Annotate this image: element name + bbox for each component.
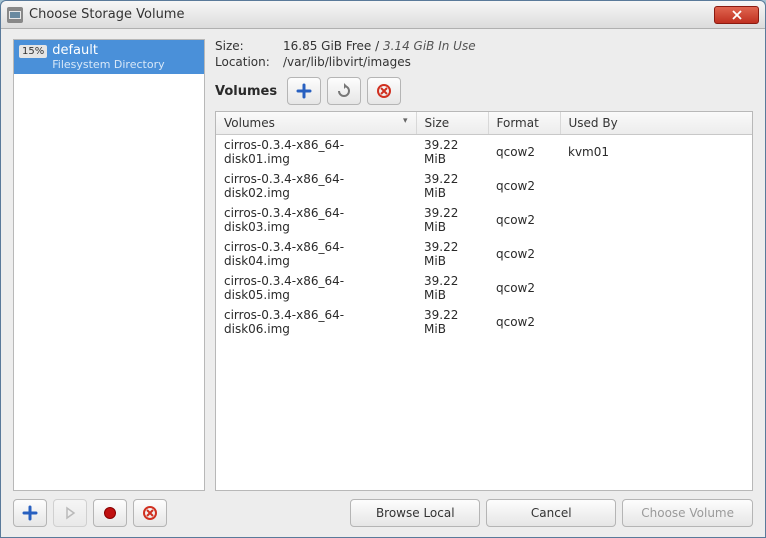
cell-used_by (560, 271, 752, 305)
close-icon (732, 10, 742, 20)
volumes-label: Volumes (215, 84, 277, 99)
table-row[interactable]: cirros-0.3.4-x86_64-disk04.img39.22 MiBq… (216, 237, 752, 271)
button-label: Cancel (531, 506, 572, 520)
cell-size: 39.22 MiB (416, 305, 488, 339)
column-label: Used By (569, 116, 618, 130)
cell-size: 39.22 MiB (416, 169, 488, 203)
pool-subtitle: Filesystem Directory (52, 58, 164, 71)
column-header-usedby[interactable]: Used By (560, 112, 752, 135)
footer: Browse Local Cancel Choose Volume (13, 499, 753, 527)
main-area: 15% default Filesystem Directory Size: 1… (13, 39, 753, 491)
size-value: 16.85 GiB Free / 3.14 GiB In Use (283, 39, 476, 53)
location-row: Location: /var/lib/libvirt/images (215, 55, 753, 69)
location-label: Location: (215, 55, 283, 69)
right-pane: Size: 16.85 GiB Free / 3.14 GiB In Use L… (215, 39, 753, 491)
browse-local-button[interactable]: Browse Local (350, 499, 480, 527)
stop-icon (102, 505, 118, 521)
dialog-window: Choose Storage Volume 15% default Filesy… (0, 0, 766, 538)
column-label: Size (425, 116, 450, 130)
info-block: Size: 16.85 GiB Free / 3.14 GiB In Use L… (215, 39, 753, 71)
pool-text: default Filesystem Directory (52, 43, 164, 71)
cell-format: qcow2 (488, 203, 560, 237)
plus-icon (22, 505, 38, 521)
table-row[interactable]: cirros-0.3.4-x86_64-disk01.img39.22 MiBq… (216, 135, 752, 170)
column-header-size[interactable]: Size (416, 112, 488, 135)
close-button[interactable] (714, 6, 759, 24)
cell-format: qcow2 (488, 169, 560, 203)
column-header-volumes[interactable]: Volumes ▾ (216, 112, 416, 135)
pool-item-default[interactable]: 15% default Filesystem Directory (14, 40, 204, 74)
pool-name: default (52, 43, 164, 58)
window-title: Choose Storage Volume (29, 7, 714, 22)
cell-used_by (560, 203, 752, 237)
button-label: Browse Local (376, 506, 455, 520)
column-label: Volumes (224, 116, 275, 130)
column-header-format[interactable]: Format (488, 112, 560, 135)
refresh-icon (336, 83, 352, 99)
cell-name: cirros-0.3.4-x86_64-disk04.img (216, 237, 416, 271)
delete-pool-button[interactable] (133, 499, 167, 527)
delete-icon (376, 83, 392, 99)
table-row[interactable]: cirros-0.3.4-x86_64-disk06.img39.22 MiBq… (216, 305, 752, 339)
cell-size: 39.22 MiB (416, 203, 488, 237)
choose-volume-button[interactable]: Choose Volume (622, 499, 753, 527)
pool-usage-percent: 15% (19, 45, 47, 58)
cell-format: qcow2 (488, 237, 560, 271)
delete-volume-button[interactable] (367, 77, 401, 105)
column-label: Format (497, 116, 539, 130)
cell-name: cirros-0.3.4-x86_64-disk01.img (216, 135, 416, 170)
cell-size: 39.22 MiB (416, 135, 488, 170)
table-row[interactable]: cirros-0.3.4-x86_64-disk03.img39.22 MiBq… (216, 203, 752, 237)
cell-used_by (560, 237, 752, 271)
volumes-table-wrap[interactable]: Volumes ▾ Size Format Used By cirros-0.3.… (215, 111, 753, 491)
delete-icon (142, 505, 158, 521)
sort-indicator-icon: ▾ (403, 116, 408, 126)
volumes-toolbar: Volumes (215, 77, 753, 105)
cell-name: cirros-0.3.4-x86_64-disk02.img (216, 169, 416, 203)
pool-list[interactable]: 15% default Filesystem Directory (13, 39, 205, 491)
add-volume-button[interactable] (287, 77, 321, 105)
size-sep: / (371, 39, 383, 53)
play-icon (62, 505, 78, 521)
cell-used_by (560, 169, 752, 203)
location-value: /var/lib/libvirt/images (283, 55, 411, 69)
size-free: 16.85 GiB Free (283, 39, 371, 53)
cell-size: 39.22 MiB (416, 237, 488, 271)
refresh-volume-button[interactable] (327, 77, 361, 105)
cell-used_by (560, 305, 752, 339)
volumes-table: Volumes ▾ Size Format Used By cirros-0.3.… (216, 112, 752, 339)
cell-size: 39.22 MiB (416, 271, 488, 305)
cell-name: cirros-0.3.4-x86_64-disk03.img (216, 203, 416, 237)
table-row[interactable]: cirros-0.3.4-x86_64-disk05.img39.22 MiBq… (216, 271, 752, 305)
start-pool-button[interactable] (53, 499, 87, 527)
button-label: Choose Volume (641, 506, 734, 520)
plus-icon (296, 83, 312, 99)
pool-buttons (13, 499, 167, 527)
size-row: Size: 16.85 GiB Free / 3.14 GiB In Use (215, 39, 753, 53)
cell-used_by: kvm01 (560, 135, 752, 170)
cell-name: cirros-0.3.4-x86_64-disk06.img (216, 305, 416, 339)
size-inuse: 3.14 GiB In Use (383, 39, 476, 53)
cell-name: cirros-0.3.4-x86_64-disk05.img (216, 271, 416, 305)
cell-format: qcow2 (488, 305, 560, 339)
table-row[interactable]: cirros-0.3.4-x86_64-disk02.img39.22 MiBq… (216, 169, 752, 203)
cell-format: qcow2 (488, 135, 560, 170)
cell-format: qcow2 (488, 271, 560, 305)
titlebar: Choose Storage Volume (1, 1, 765, 29)
dialog-body: 15% default Filesystem Directory Size: 1… (1, 29, 765, 537)
size-label: Size: (215, 39, 283, 53)
stop-pool-button[interactable] (93, 499, 127, 527)
add-pool-button[interactable] (13, 499, 47, 527)
app-icon (7, 7, 23, 23)
cancel-button[interactable]: Cancel (486, 499, 616, 527)
